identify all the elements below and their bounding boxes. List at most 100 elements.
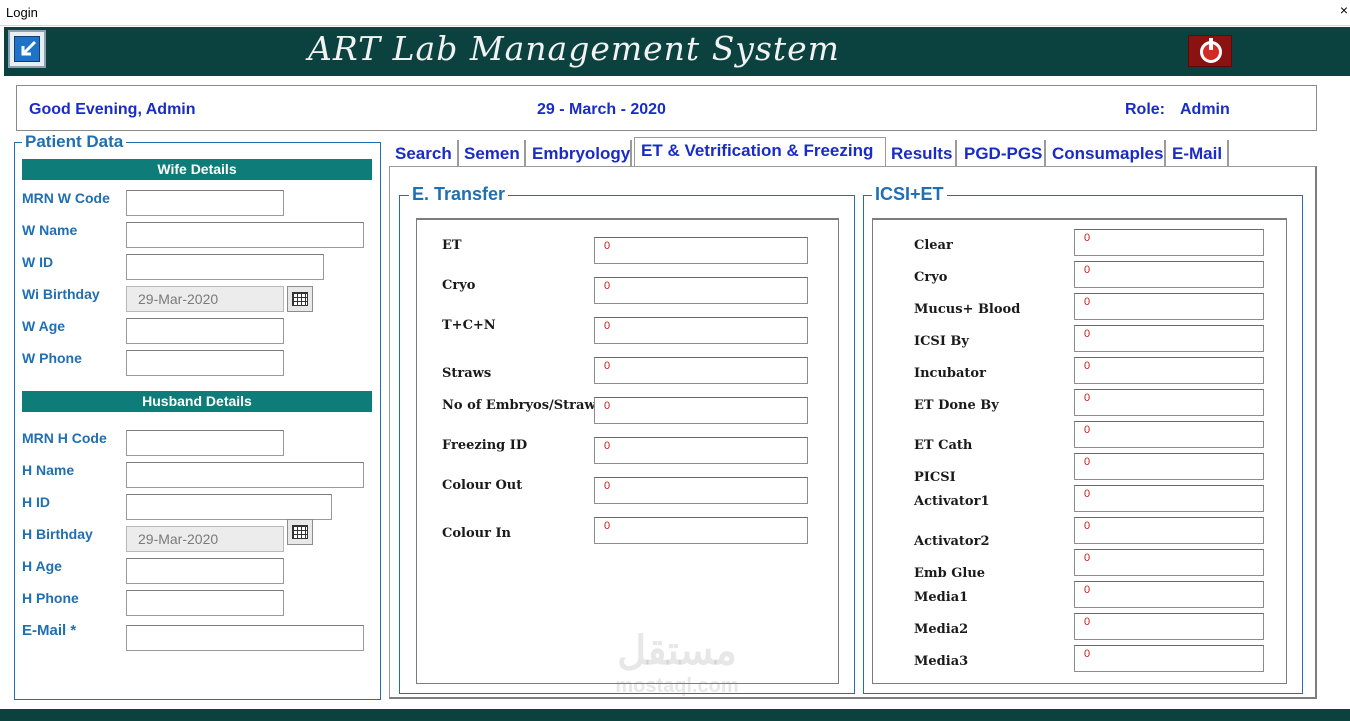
tab-semen[interactable]: Semen — [464, 140, 526, 167]
media3-input[interactable]: 0 — [1074, 645, 1264, 672]
bottom-bar — [0, 709, 1350, 721]
et-legend: E. Transfer — [409, 184, 509, 205]
calendar-icon[interactable] — [287, 519, 313, 545]
mrn-h-code-input[interactable] — [126, 430, 284, 456]
mucus-blood-label: Mucus+ Blood — [914, 302, 1021, 317]
power-icon[interactable] — [1188, 35, 1232, 67]
h-phone-label: H Phone — [22, 590, 79, 606]
et-done-by-input[interactable]: 0 — [1074, 389, 1264, 416]
w-phone-label: W Phone — [22, 350, 82, 366]
email-input[interactable] — [126, 625, 364, 651]
media2-input[interactable]: 0 — [1074, 613, 1264, 640]
straws-field-label: Straws — [442, 366, 492, 381]
cryo-field-label: Cryo — [442, 278, 476, 293]
icsi-by-input[interactable]: 0 — [1074, 325, 1264, 352]
activator1-input[interactable]: 0 — [1074, 485, 1264, 512]
colour-out-input[interactable]: 0 — [594, 477, 808, 504]
wife-details-header: Wife Details — [22, 159, 372, 180]
h-name-label: H Name — [22, 462, 75, 478]
icsi-cryo-label: Cryo — [914, 270, 948, 285]
media1-label: Media1 — [914, 590, 969, 605]
role-value: Admin — [1180, 101, 1230, 118]
w-id-label: W ID — [22, 254, 54, 270]
tab-email[interactable]: E-Mail — [1172, 140, 1229, 167]
emb-glue-label: Emb Glue — [914, 566, 986, 581]
activator2-label: Activator2 — [914, 534, 990, 549]
cryo-input[interactable]: 0 — [594, 277, 808, 304]
tab-embryology[interactable]: Embryology — [532, 140, 632, 167]
activator1-label: Activator1 — [914, 494, 990, 509]
icsi-by-label: ICSI By — [914, 334, 969, 349]
tab-et-vetrification-freezing[interactable]: ET & Vetrification & Freezing — [634, 137, 886, 168]
embryos-per-straw-label: No of Embryos/Straw — [442, 398, 596, 413]
window-titlebar: Login × — [0, 0, 1350, 26]
app-header: ART Lab Management System — [4, 27, 1350, 76]
mrn-w-code-input[interactable] — [126, 190, 284, 216]
clear-input[interactable]: 0 — [1074, 229, 1264, 256]
watermark: مستقل mostaql.com — [592, 628, 762, 708]
email-label: E-Mail * — [22, 622, 77, 639]
tcn-input[interactable]: 0 — [594, 317, 808, 344]
h-phone-input[interactable] — [126, 590, 284, 616]
media2-label: Media2 — [914, 622, 969, 637]
husband-details-header: Husband Details — [22, 391, 372, 412]
wi-birthday-input[interactable]: 29-Mar-2020 — [126, 286, 284, 312]
et-cath-input[interactable]: 0 — [1074, 421, 1264, 448]
h-age-label: H Age — [22, 558, 62, 574]
app-title: ART Lab Management System — [308, 29, 840, 68]
colour-in-input[interactable]: 0 — [594, 517, 808, 544]
close-icon[interactable]: × — [1340, 2, 1348, 18]
h-birthday-label: H Birthday — [22, 526, 93, 542]
watermark-arabic: مستقل — [617, 629, 737, 673]
embryos-per-straw-input[interactable]: 0 — [594, 397, 808, 424]
current-date: 29 - March - 2020 — [537, 101, 666, 118]
h-name-input[interactable] — [126, 462, 364, 488]
info-bar: Good Evening, Admin 29 - March - 2020 Ro… — [16, 85, 1317, 131]
colour-in-label: Colour In — [442, 526, 511, 541]
window-title: Login — [6, 5, 38, 20]
media1-input[interactable]: 0 — [1074, 581, 1264, 608]
et-cath-label: ET Cath — [914, 438, 973, 453]
tab-pgd-pgs[interactable]: PGD-PGS — [964, 140, 1046, 167]
tab-strip: Search Semen Embryology ET & Vetrificati… — [389, 137, 1319, 168]
incubator-input[interactable]: 0 — [1074, 357, 1264, 384]
w-name-label: W Name — [22, 222, 78, 238]
calendar-icon[interactable] — [287, 286, 313, 312]
picsi-label: PICSI — [914, 470, 956, 485]
freezing-id-input[interactable]: 0 — [594, 437, 808, 464]
emb-glue-input[interactable]: 0 — [1074, 549, 1264, 576]
straws-input[interactable]: 0 — [594, 357, 808, 384]
icsi-et-legend: ICSI+ET — [872, 184, 947, 205]
h-id-label: H ID — [22, 494, 50, 510]
mucus-blood-input[interactable]: 0 — [1074, 293, 1264, 320]
clear-label: Clear — [914, 238, 953, 253]
mrn-h-code-label: MRN H Code — [22, 430, 107, 446]
et-done-by-label: ET Done By — [914, 398, 999, 413]
patient-data-legend: Patient Data — [22, 132, 127, 152]
activator2-input[interactable]: 0 — [1074, 517, 1264, 544]
tab-consumaples[interactable]: Consumaples — [1052, 140, 1166, 167]
freezing-id-label: Freezing ID — [442, 438, 528, 453]
incubator-label: Incubator — [914, 366, 986, 381]
icsi-cryo-input[interactable]: 0 — [1074, 261, 1264, 288]
h-birthday-input[interactable]: 29-Mar-2020 — [126, 526, 284, 552]
h-age-input[interactable] — [126, 558, 284, 584]
greeting-text: Good Evening, Admin — [29, 101, 196, 118]
h-id-input[interactable] — [126, 494, 332, 520]
wi-birthday-label: Wi Birthday — [22, 286, 100, 302]
media3-label: Media3 — [914, 654, 969, 669]
mrn-w-code-label: MRN W Code — [22, 190, 110, 206]
tab-search[interactable]: Search — [395, 140, 459, 167]
role-label: Role: — [1125, 101, 1165, 118]
w-age-input[interactable] — [126, 318, 284, 344]
tcn-field-label: T+C+N — [442, 318, 496, 333]
w-id-input[interactable] — [126, 254, 324, 280]
et-input[interactable]: 0 — [594, 237, 808, 264]
picsi-input[interactable]: 0 — [1074, 453, 1264, 480]
watermark-latin: mostaql.com — [615, 675, 739, 697]
et-field-label: ET — [442, 238, 462, 253]
w-age-label: W Age — [22, 318, 66, 334]
w-phone-input[interactable] — [126, 350, 284, 376]
tab-results[interactable]: Results — [891, 140, 957, 167]
w-name-input[interactable] — [126, 222, 364, 248]
